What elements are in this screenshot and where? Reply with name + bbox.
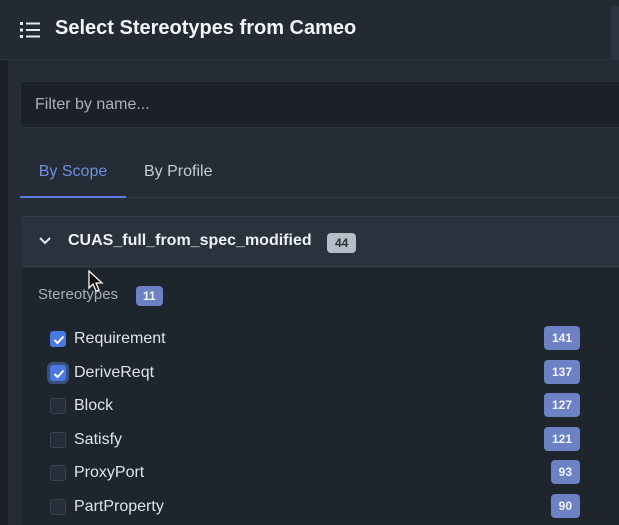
list-icon <box>20 22 40 38</box>
stereotype-label: DeriveReqt <box>74 364 155 381</box>
stereotype-label: PartProperty <box>74 498 164 515</box>
stereotype-row-satisfy[interactable]: Satisfy 121 <box>40 425 580 455</box>
check-icon <box>53 335 65 345</box>
stereotype-count-badge: 137 <box>543 360 580 384</box>
stereotypes-section-label: Stereotypes <box>38 286 119 303</box>
stereotype-label: ProxyPort <box>74 464 145 481</box>
tab-bar: By Scope By Profile <box>20 150 619 198</box>
dialog-header: Select Stereotypes from Cameo <box>0 0 619 60</box>
stereotype-count-badge: 90 <box>550 494 580 518</box>
stereotype-label: Satisfy <box>74 431 123 448</box>
mouse-cursor-icon <box>88 270 104 292</box>
scope-group-title: CUAS_full_from_spec_modified <box>68 232 312 249</box>
stereotype-row-derivereqt[interactable]: DeriveReqt 137 <box>40 358 580 388</box>
header-edge <box>611 6 619 60</box>
stereotype-checkbox[interactable] <box>50 465 66 481</box>
stereotype-checkbox[interactable] <box>50 499 66 515</box>
chevron-down-icon <box>39 237 51 245</box>
stereotype-label: Requirement <box>74 330 166 347</box>
stereotypes-count-badge: 11 <box>136 286 163 306</box>
stereotype-checkbox[interactable] <box>50 365 66 381</box>
stereotype-count-badge: 93 <box>550 460 580 484</box>
filter-input[interactable] <box>20 81 619 128</box>
stereotype-checkbox[interactable] <box>50 331 66 347</box>
stereotype-count-badge: 141 <box>543 326 580 350</box>
tab-by-profile[interactable]: By Profile <box>144 150 212 198</box>
stereotype-row-block[interactable]: Block 127 <box>40 391 580 421</box>
stereotype-row-requirement[interactable]: Requirement 141 <box>40 324 580 354</box>
stereotype-label: Block <box>74 397 114 414</box>
stereotype-checkbox[interactable] <box>50 432 66 448</box>
tab-by-scope[interactable]: By Scope <box>20 150 126 198</box>
stereotype-count-badge: 121 <box>543 427 580 451</box>
page-title: Select Stereotypes from Cameo <box>55 17 357 39</box>
stereotype-count-badge: 127 <box>543 393 580 417</box>
scope-group-header[interactable]: CUAS_full_from_spec_modified 44 <box>22 216 619 267</box>
check-icon <box>53 369 65 379</box>
stereotype-row-proxyport[interactable]: ProxyPort 93 <box>40 458 580 488</box>
stereotype-checkbox[interactable] <box>50 398 66 414</box>
scope-group-count-badge: 44 <box>327 233 357 253</box>
stereotype-row-partproperty[interactable]: PartProperty 90 <box>40 492 580 522</box>
